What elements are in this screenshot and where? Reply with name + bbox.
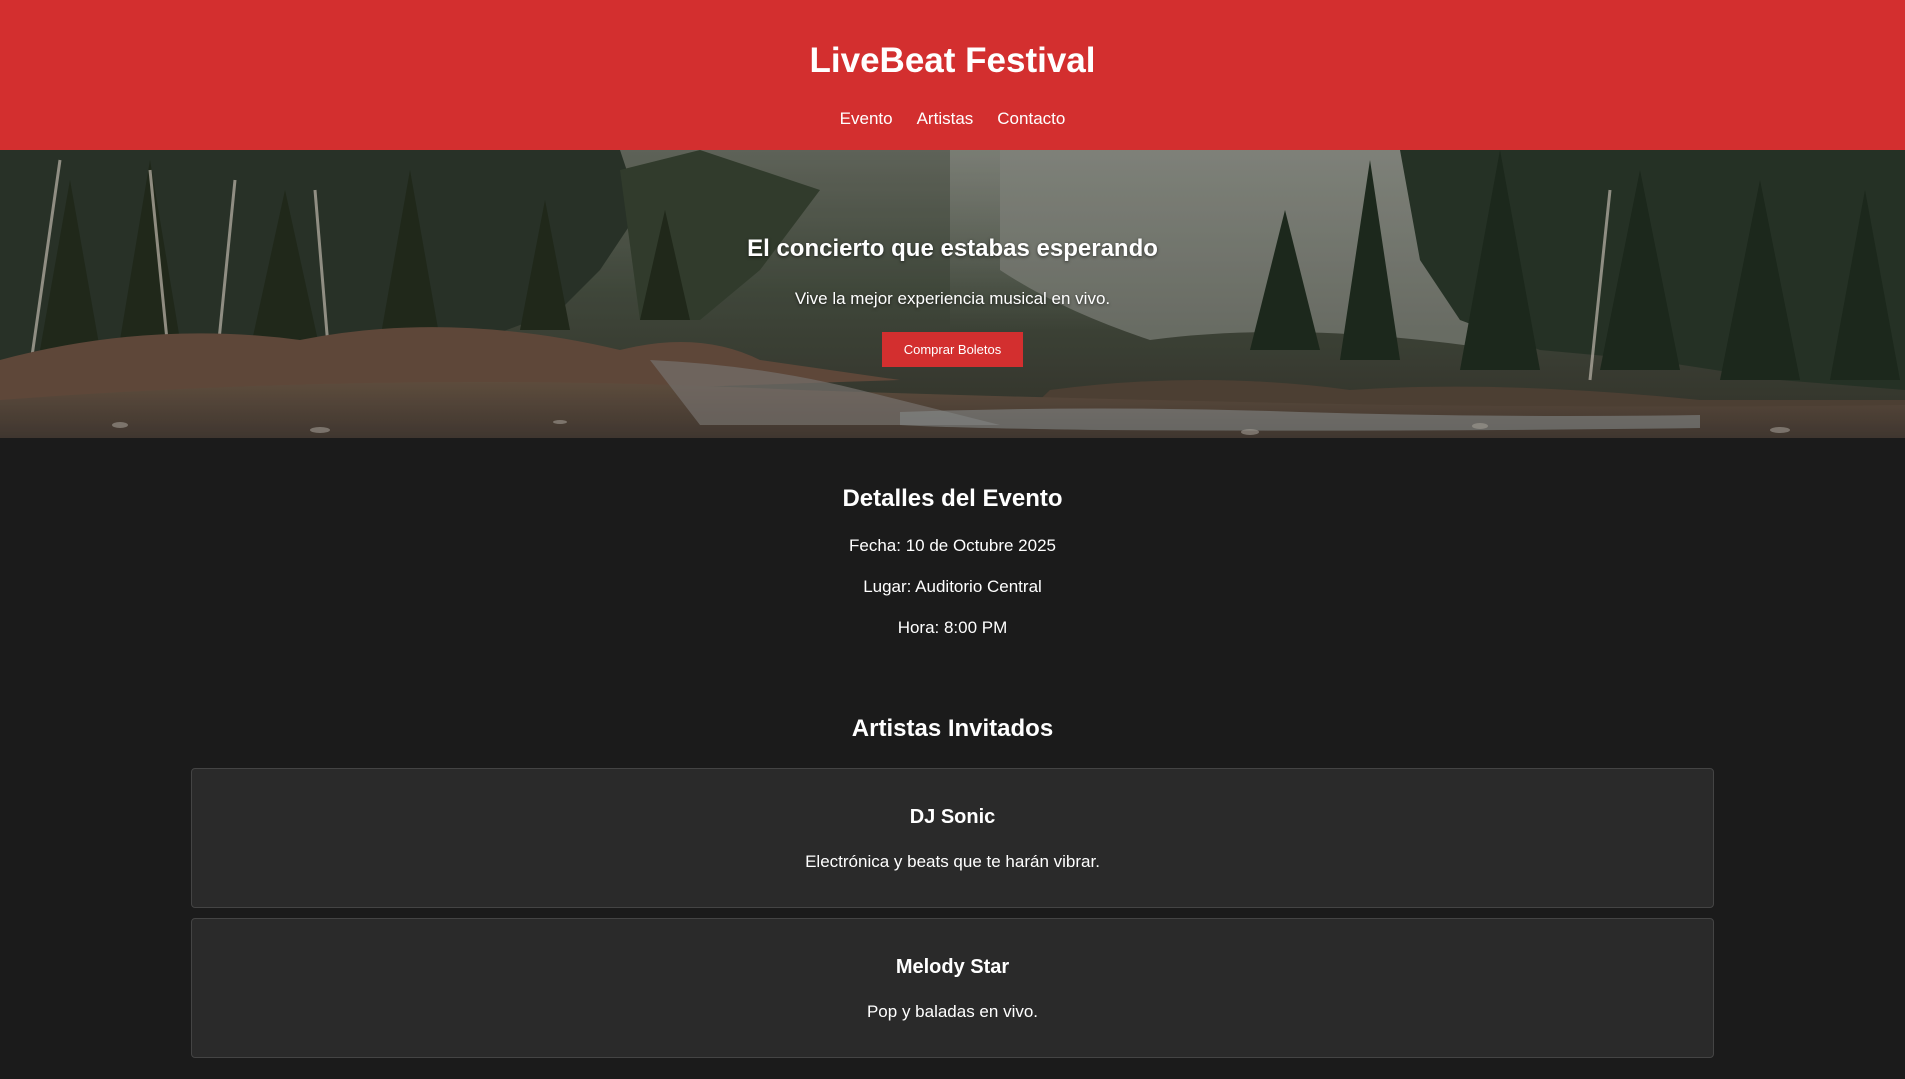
artist-card: Melody Star Pop y baladas en vivo. <box>191 918 1714 1058</box>
event-details-section: Detalles del Evento Fecha: 10 de Octubre… <box>0 438 1905 638</box>
artist-name: DJ Sonic <box>909 806 996 828</box>
artist-description: Electrónica y beats que te harán vibrar. <box>805 852 1100 871</box>
site-header: LiveBeat Festival Evento Artistas Contac… <box>0 0 1905 150</box>
nav-link-contacto[interactable]: Contacto <box>997 109 1065 129</box>
main-nav: Evento Artistas Contacto <box>0 109 1905 129</box>
artist-description: Pop y baladas en vivo. <box>866 1002 1039 1021</box>
artist-list: DJ Sonic Electrónica y beats que te hará… <box>0 768 1905 1058</box>
artists-title: Artistas Invitados <box>851 715 1054 742</box>
event-place: Lugar: Auditorio Central <box>863 577 1042 596</box>
hero-subtitle: Vive la mejor experiencia musical en viv… <box>794 289 1111 308</box>
event-date: Fecha: 10 de Octubre 2025 <box>849 536 1056 555</box>
hero-banner: El concierto que estabas esperando Vive … <box>0 150 1905 438</box>
artist-card: DJ Sonic Electrónica y beats que te hará… <box>191 768 1714 908</box>
nav-link-evento[interactable]: Evento <box>840 109 893 129</box>
artists-section: Artistas Invitados DJ Sonic Electrónica … <box>0 638 1905 1058</box>
buy-tickets-button[interactable]: Comprar Boletos <box>882 332 1023 367</box>
hero-content: El concierto que estabas esperando Vive … <box>0 150 1905 367</box>
site-title: LiveBeat Festival <box>809 41 1096 80</box>
hero-title: El concierto que estabas esperando <box>747 235 1158 262</box>
nav-link-artistas[interactable]: Artistas <box>917 109 974 129</box>
event-details-title: Detalles del Evento <box>842 485 1063 512</box>
event-time: Hora: 8:00 PM <box>897 618 1008 637</box>
artist-name: Melody Star <box>895 956 1010 978</box>
